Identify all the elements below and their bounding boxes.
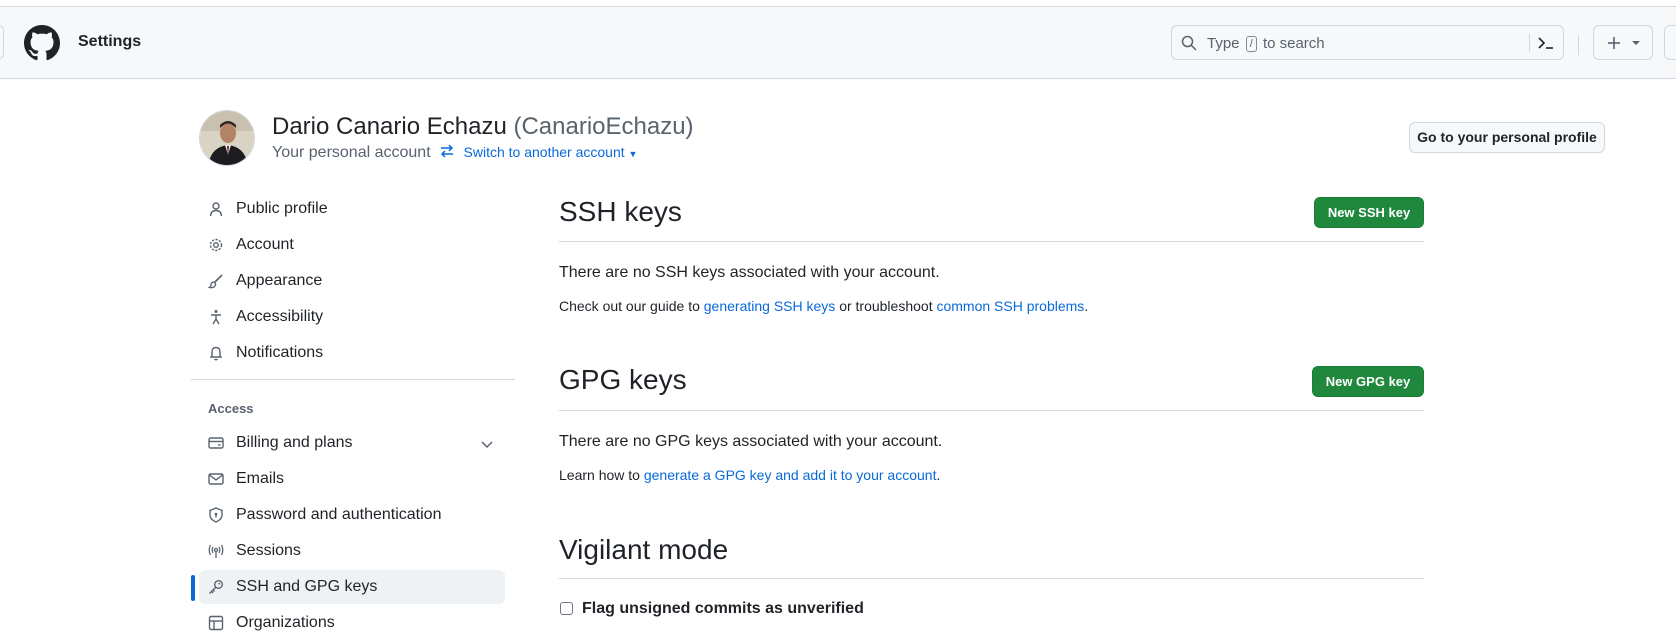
credit-card-icon: [208, 437, 224, 449]
sidebar-item-password[interactable]: Password and authentication: [199, 498, 505, 532]
gear-icon: [209, 238, 223, 252]
sidebar-item-organizations[interactable]: Organizations: [199, 606, 505, 640]
active-indicator: [191, 575, 195, 601]
switch-account-link[interactable]: Switch to another account ▼: [464, 144, 638, 160]
vigilant-mode-heading: Vigilant mode: [559, 534, 729, 565]
search-input[interactable]: Type / to search: [1171, 25, 1564, 60]
account-type-label: Your personal account: [272, 144, 431, 161]
table-icon: [208, 615, 224, 631]
generating-ssh-keys-link[interactable]: generating SSH keys: [704, 298, 836, 314]
sidebar-item-label: Account: [236, 236, 294, 253]
section-divider: [559, 410, 1424, 411]
header-divider: [1578, 35, 1579, 55]
broadcast-icon: [208, 544, 224, 558]
sidebar-item-public-profile[interactable]: Public profile: [199, 192, 505, 226]
bell-icon: [209, 346, 223, 361]
slash-key-hint: /: [1245, 36, 1257, 52]
context-title[interactable]: Settings: [78, 33, 141, 51]
sidebar-item-label: Billing and plans: [236, 434, 353, 451]
account-subtitle: Your personal account Switch to another …: [272, 143, 637, 162]
ssh-keys-heading: SSH keys: [559, 196, 682, 227]
search-placeholder: Type / to search: [1207, 35, 1325, 52]
go-to-profile-button[interactable]: Go to your personal profile: [1409, 122, 1605, 153]
shield-lock-icon: [209, 507, 223, 523]
caret-down-icon: ▼: [628, 149, 638, 159]
key-icon: [209, 580, 223, 594]
issues-button[interactable]: [1664, 25, 1676, 60]
sidebar-item-billing[interactable]: Billing and plans: [199, 426, 505, 460]
sidebar-item-label: Notifications: [236, 344, 324, 361]
caret-down-icon: [1632, 41, 1640, 45]
sidebar-item-appearance[interactable]: Appearance: [199, 264, 505, 298]
gpg-keys-heading: GPG keys: [559, 364, 687, 395]
sidebar-item-emails[interactable]: Emails: [199, 462, 505, 496]
new-gpg-key-button[interactable]: New GPG key: [1312, 366, 1424, 397]
sidebar-heading-access: Access: [208, 401, 254, 416]
menu-button[interactable]: [0, 25, 4, 59]
arrow-switch-icon: [441, 144, 454, 158]
create-new-button[interactable]: [1593, 25, 1653, 60]
section-divider: [559, 241, 1424, 242]
flag-unsigned-commits-checkbox[interactable]: [560, 602, 573, 615]
account-name: Dario Canario Echazu (CanarioEchazu): [272, 113, 694, 141]
sidebar-item-label: SSH and GPG keys: [236, 578, 378, 595]
section-divider: [559, 578, 1424, 579]
gpg-empty-message: There are no GPG keys associated with yo…: [559, 433, 943, 450]
search-icon: [1181, 35, 1197, 51]
accessibility-icon: [211, 310, 221, 325]
user-login: (CanarioEchazu): [513, 113, 694, 140]
plus-icon: [1608, 37, 1620, 49]
ssh-guide-text: Check out our guide to generating SSH ke…: [559, 298, 1089, 314]
avatar[interactable]: [199, 110, 255, 166]
search-separator: [1529, 34, 1530, 52]
sidebar-divider: [191, 379, 515, 380]
common-ssh-problems-link[interactable]: common SSH problems: [936, 298, 1084, 314]
sidebar-item-label: Public profile: [236, 200, 328, 217]
gpg-learn-text: Learn how to generate a GPG key and add …: [559, 467, 941, 483]
top-strip: [0, 0, 1676, 7]
sidebar-item-sessions[interactable]: Sessions: [199, 534, 505, 568]
chevron-down-icon[interactable]: [479, 436, 495, 452]
sidebar-item-notifications[interactable]: Notifications: [199, 336, 505, 370]
sidebar-item-label: Appearance: [236, 272, 323, 289]
user-display-name[interactable]: Dario Canario Echazu: [272, 113, 507, 140]
github-logo-icon[interactable]: [24, 25, 60, 61]
sidebar-item-label: Password and authentication: [236, 506, 442, 523]
sidebar-item-accessibility[interactable]: Accessibility: [199, 300, 505, 334]
paintbrush-icon: [208, 274, 223, 289]
sidebar-item-label: Emails: [236, 470, 285, 487]
flag-unsigned-commits-label[interactable]: Flag unsigned commits as unverified: [582, 600, 864, 618]
command-palette-icon[interactable]: [1536, 34, 1556, 52]
generate-gpg-key-link[interactable]: generate a GPG key and add it to your ac…: [644, 467, 937, 483]
app-header: Settings Type / to search: [0, 7, 1676, 79]
sidebar-item-label: Sessions: [236, 542, 301, 559]
sidebar-item-account[interactable]: Account: [199, 228, 505, 262]
new-ssh-key-button[interactable]: New SSH key: [1314, 197, 1424, 228]
mail-icon: [208, 473, 224, 485]
sidebar-item-label: Organizations: [236, 614, 335, 631]
person-icon: [209, 202, 223, 217]
sidebar-item-ssh-gpg-keys[interactable]: SSH and GPG keys: [199, 570, 505, 604]
sidebar-item-label: Accessibility: [236, 308, 324, 325]
avatar-photo: [200, 111, 254, 165]
ssh-empty-message: There are no SSH keys associated with yo…: [559, 264, 940, 281]
